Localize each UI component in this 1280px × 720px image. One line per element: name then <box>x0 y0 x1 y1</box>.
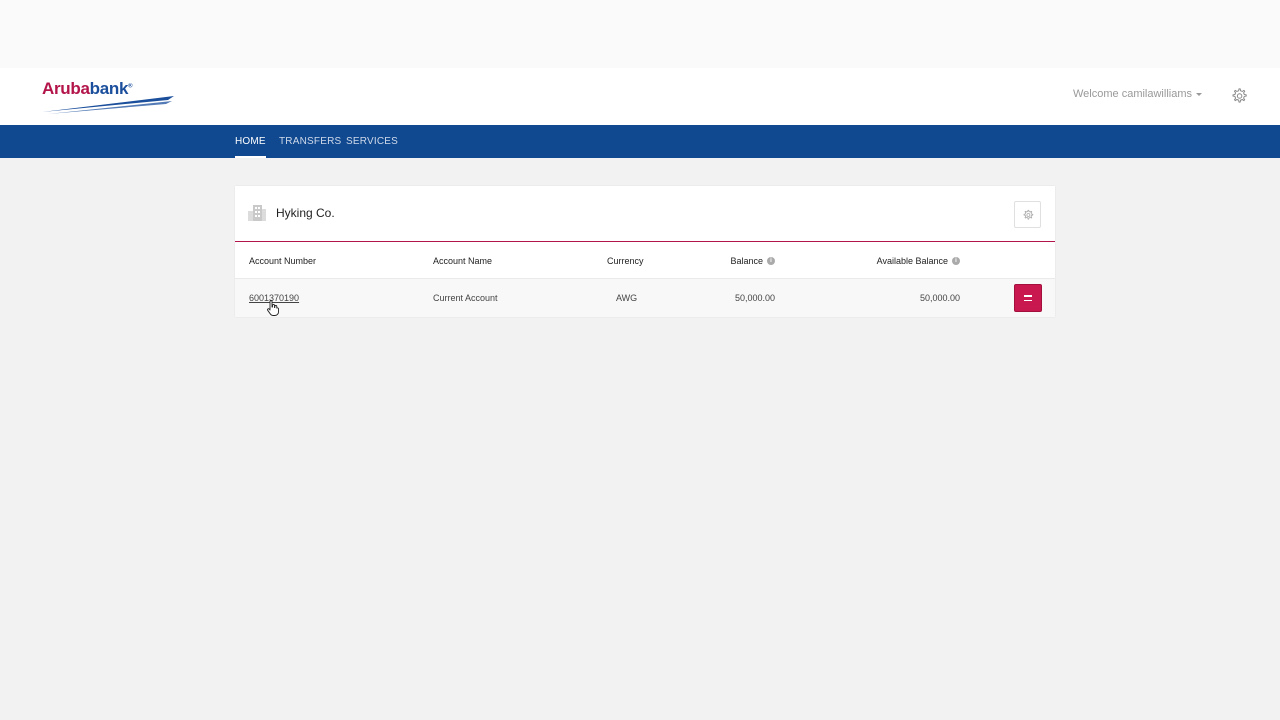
caret-down-icon <box>1196 93 1202 96</box>
company-name: Hyking Co. <box>276 206 335 220</box>
arubabank-logo[interactable]: Arubabank® <box>42 78 177 114</box>
col-available-balance-label: Available Balance <box>876 255 948 266</box>
nav-transfers[interactable]: TRANSFERS <box>279 125 341 158</box>
account-name-cell: Current Account <box>433 293 498 303</box>
table-header: Account Number Account Name Currency Bal… <box>235 243 1055 279</box>
nav-home[interactable]: HOME <box>235 125 266 158</box>
menu-icon-bar <box>1024 295 1032 297</box>
balance-cell: 50,000.00 <box>734 293 775 303</box>
gear-icon <box>1023 209 1033 219</box>
main-nav: HOME TRANSFERS SERVICES <box>0 125 1280 158</box>
table-row: 6001370190 Current Account AWG 50,000.00… <box>235 279 1055 317</box>
available-balance-cell: 50,000.00 <box>919 293 960 303</box>
col-balance-label: Balance <box>730 255 763 266</box>
col-balance[interactable]: Balance i <box>730 243 775 278</box>
panel-header: Hyking Co. <box>235 186 1055 242</box>
account-actions-button[interactable] <box>1014 284 1042 312</box>
hand-cursor-icon <box>267 300 279 316</box>
nav-services[interactable]: SERVICES <box>346 125 398 158</box>
info-icon[interactable]: i <box>952 256 960 265</box>
gear-icon[interactable] <box>1230 87 1248 105</box>
col-available-balance[interactable]: Available Balance i <box>877 243 960 278</box>
info-icon[interactable]: i <box>767 256 775 265</box>
menu-icon-bar <box>1024 299 1032 301</box>
logo-trademark: ® <box>128 83 133 90</box>
building-icon <box>248 205 266 221</box>
col-currency[interactable]: Currency <box>607 243 644 278</box>
accounts-panel: Hyking Co. Account Number Account Name C… <box>235 186 1055 317</box>
top-strip <box>0 0 1280 68</box>
col-account-name[interactable]: Account Name <box>433 243 492 278</box>
logo-swoosh-icon <box>42 96 174 114</box>
panel-settings-button[interactable] <box>1014 201 1041 228</box>
currency-cell: AWG <box>616 293 638 303</box>
header: Arubabank® Welcome camilawilliams <box>0 68 1280 125</box>
welcome-text: Welcome camilawilliams <box>1073 88 1192 100</box>
col-account-number[interactable]: Account Number <box>249 243 316 278</box>
user-menu[interactable]: Welcome camilawilliams <box>1073 88 1202 100</box>
